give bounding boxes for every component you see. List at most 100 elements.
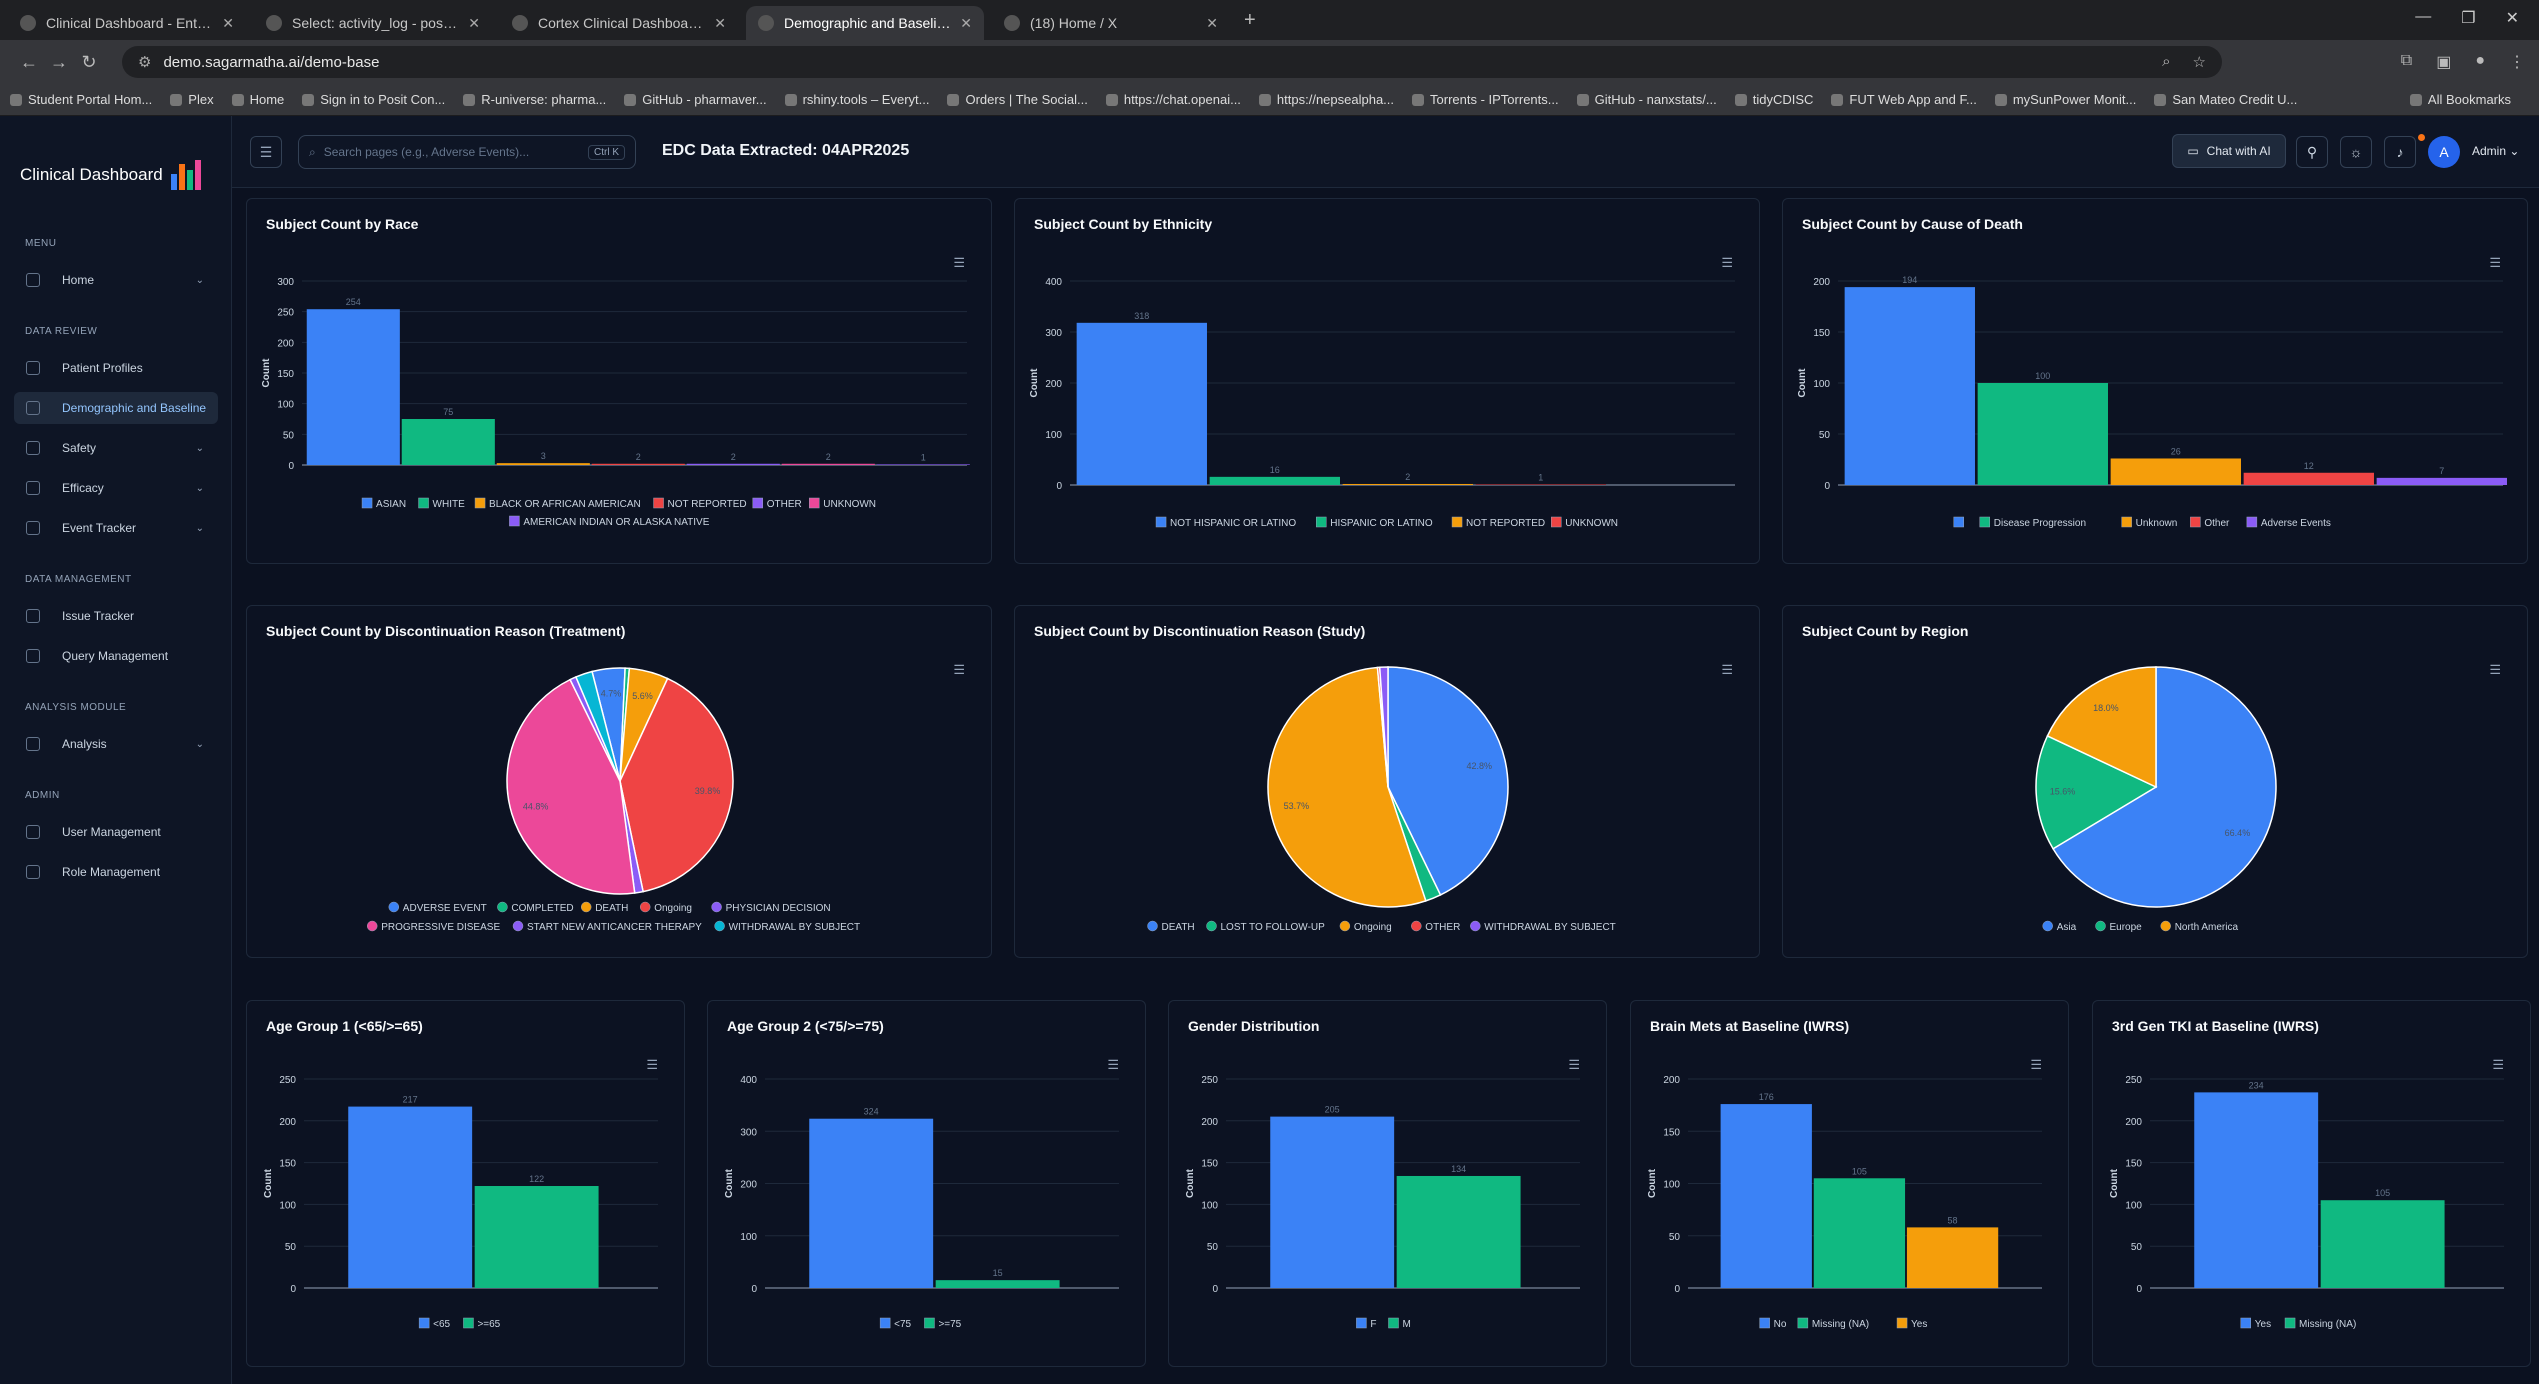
data-label: 75 <box>443 407 453 417</box>
tab-close-icon[interactable]: ✕ <box>468 15 480 32</box>
chevron-down-icon: ⌄ <box>195 482 204 494</box>
bookmark-item[interactable]: GitHub - nanxstats/... <box>1576 92 1717 107</box>
close-window-icon[interactable]: ✕ <box>2506 8 2519 28</box>
bookmark-item[interactable]: GitHub - pharmaver... <box>624 92 767 107</box>
bookmark-item[interactable]: All Bookmarks <box>2409 92 2511 107</box>
tab-close-icon[interactable]: ✕ <box>1206 15 1218 32</box>
bookmark-item[interactable]: FUT Web App and F... <box>1831 92 1977 107</box>
sidebar-item-efficacy[interactable]: Efficacy ⌄ <box>14 472 218 504</box>
url-field[interactable]: ⚙ demo.sagarmatha.ai/demo-base ⌕ ☆ <box>122 46 2222 78</box>
legend-swatch <box>711 901 722 913</box>
bookmark-item[interactable]: Sign in to Posit Con... <box>302 92 445 107</box>
sidebar-icon[interactable]: ▣ <box>2436 52 2451 72</box>
y-tick-label: 300 <box>1045 328 1062 339</box>
bookmark-item[interactable]: San Mateo Credit U... <box>2154 92 2297 107</box>
y-axis-label: Count <box>263 1168 274 1198</box>
new-tab-icon[interactable]: + <box>1244 9 1256 32</box>
back-icon[interactable]: ← <box>14 52 44 73</box>
bookmark-item[interactable]: Orders | The Social... <box>947 92 1088 107</box>
bookmark-item[interactable]: rshiny.tools – Everyt... <box>784 92 929 107</box>
browser-tab[interactable]: Demographic and Baseline - Ai ✕ <box>746 6 984 40</box>
legend-swatch <box>1206 920 1217 932</box>
tab-title: Demographic and Baseline - Ai <box>784 15 953 31</box>
tab-close-icon[interactable]: ✕ <box>714 15 726 32</box>
sidebar-item-safety[interactable]: Safety ⌄ <box>14 432 218 464</box>
bar <box>1209 476 1340 485</box>
sidebar-item-icon <box>26 865 40 879</box>
sidebar-item-demographic-and-baseline[interactable]: Demographic and Baseline <box>14 392 218 424</box>
tab-close-icon[interactable]: ✕ <box>960 15 972 32</box>
sidebar-item-user-management[interactable]: User Management <box>14 816 218 848</box>
bookmark-favicon-icon <box>463 93 476 106</box>
y-tick-label: 150 <box>1663 1127 1680 1138</box>
tab-close-icon[interactable]: ✕ <box>222 15 234 32</box>
bookmark-item[interactable]: tidyCDISC <box>1734 92 1813 107</box>
bookmark-item[interactable]: Home <box>231 92 285 107</box>
bookmark-item[interactable]: Torrents - IPTorrents... <box>1412 92 1559 107</box>
bookmark-item[interactable]: Student Portal Hom... <box>10 92 152 107</box>
y-tick-label: 0 <box>290 1284 296 1295</box>
forward-icon[interactable]: → <box>44 52 74 73</box>
sidebar-item-home[interactable]: Home ⌄ <box>14 264 218 296</box>
chart-card: Subject Count by Ethnicity ☰ 0 100 200 300 400… <box>1014 198 1760 564</box>
bookmark-label: Sign in to Posit Con... <box>320 92 446 107</box>
sidebar-item-issue-tracker[interactable]: Issue Tracker <box>14 600 218 632</box>
search-input[interactable]: ⌕ Search pages (e.g., Adverse Events)...… <box>298 135 636 169</box>
chart-svg: 0 50 100 150 200 Count 176 105 58 No Missing (NA) Y… <box>1647 1075 2042 1330</box>
site-info-icon[interactable]: ⚙ <box>138 53 151 71</box>
bar <box>1475 484 1606 485</box>
notification-bell-icon[interactable]: ♪ <box>2384 136 2416 168</box>
data-label: 1 <box>921 452 926 462</box>
bookmark-label: Home <box>249 92 285 107</box>
browser-tab[interactable]: Clinical Dashboard - Enterprise ✕ <box>8 6 246 40</box>
legend-label: Other <box>2204 518 2230 529</box>
y-tick-label: 200 <box>2125 1117 2142 1128</box>
legend-swatch <box>1896 1317 1908 1329</box>
browser-menu-icon[interactable]: ⋮ <box>2509 52 2525 72</box>
minimize-icon[interactable]: — <box>2415 8 2431 28</box>
chart-svg: 0 50 100 150 200 250 300 Count 254 75 3 2 2 2 1 ASIAN WH… <box>261 277 970 528</box>
bookmark-item[interactable]: https://nepsealpha... <box>1258 92 1394 107</box>
bookmark-label: https://chat.openai... <box>1123 92 1241 107</box>
legend-swatch <box>1551 516 1562 528</box>
bookmark-star-icon[interactable]: ☆ <box>2193 53 2206 71</box>
legend-swatch <box>1411 920 1422 932</box>
theme-toggle-icon[interactable]: ☼ <box>2340 136 2372 168</box>
bar <box>1720 1104 1812 1288</box>
restore-icon[interactable]: ❐ <box>2461 8 2475 28</box>
avatar[interactable]: A <box>2428 136 2460 168</box>
chat-with-ai-button[interactable]: ▭ Chat with AI <box>2172 134 2286 168</box>
reload-icon[interactable]: ↻ <box>74 52 104 73</box>
extensions-icon[interactable]: ⧉ <box>2401 52 2412 72</box>
zoom-icon[interactable]: ⌕ <box>2162 53 2170 71</box>
sidebar-item-event-tracker[interactable]: Event Tracker ⌄ <box>14 512 218 544</box>
bookmark-item[interactable]: Plex <box>170 92 214 107</box>
user-menu[interactable]: Admin ⌄ <box>2472 144 2519 158</box>
bookmark-item[interactable]: R-universe: pharma... <box>463 92 606 107</box>
sidebar-item-role-management[interactable]: Role Management <box>14 856 218 888</box>
filter-icon[interactable]: ⚲ <box>2296 136 2328 168</box>
bookmark-item[interactable]: mySunPower Monit... <box>1994 92 2136 107</box>
browser-tab[interactable]: (18) Home / X ✕ <box>992 6 1230 40</box>
bookmark-item[interactable]: https://chat.openai... <box>1105 92 1241 107</box>
browser-tab[interactable]: Select: activity_log - postgres - ✕ <box>254 6 492 40</box>
chart-svg: 0 100 200 300 400 Count 318 16 2 1 NOT HISPANIC OR… <box>1029 277 1735 529</box>
sidebar-item-icon <box>26 521 40 535</box>
sidebar-item-analysis[interactable]: Analysis ⌄ <box>14 728 218 760</box>
sidebar-toggle-icon[interactable]: ☰ <box>250 136 282 168</box>
profile-icon[interactable]: ● <box>2475 52 2485 72</box>
app-logo[interactable]: Clinical Dashboard <box>20 158 207 192</box>
browser-tab[interactable]: Cortex Clinical Dashboard - Sw ✕ <box>500 6 738 40</box>
bookmark-favicon-icon <box>624 93 637 106</box>
chart-card: Subject Count by Discontinuation Reason … <box>246 605 992 958</box>
legend-label: Missing (NA) <box>2299 1319 2356 1330</box>
sidebar-item-query-management[interactable]: Query Management <box>14 640 218 672</box>
legend-swatch <box>1316 516 1327 528</box>
sidebar-item-icon <box>26 825 40 839</box>
bar <box>2243 472 2374 485</box>
legend-label: Yes <box>1911 1319 1927 1330</box>
sidebar-item-patient-profiles[interactable]: Patient Profiles <box>14 352 218 384</box>
legend-label: OTHER <box>767 499 802 510</box>
legend-label: Europe <box>2110 922 2143 933</box>
y-tick-label: 50 <box>1669 1232 1681 1243</box>
